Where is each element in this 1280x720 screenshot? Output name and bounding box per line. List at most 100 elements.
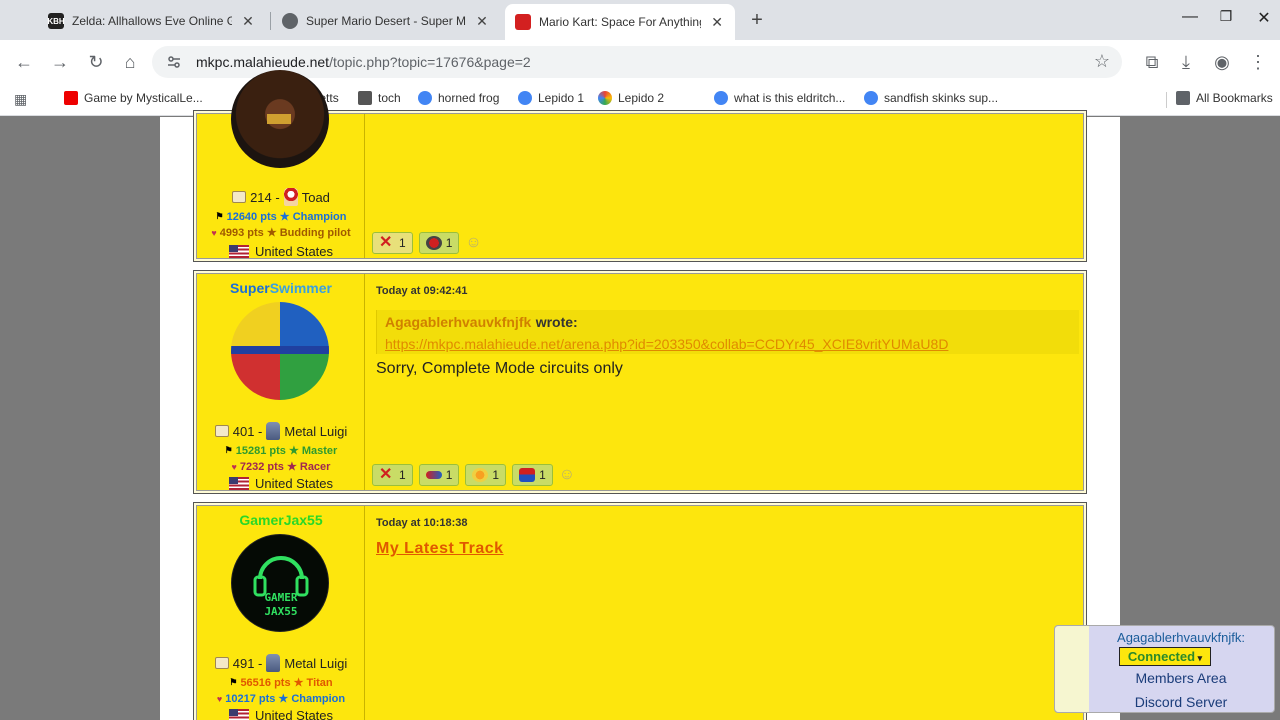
avatar[interactable] xyxy=(231,70,329,168)
close-icon[interactable]: ✕ xyxy=(709,14,725,31)
bookmark-item[interactable]: Lepido 1 xyxy=(518,91,584,105)
headphones-icon: GAMER JAX55 xyxy=(253,556,309,618)
all-bookmarks[interactable]: All Bookmarks xyxy=(1176,91,1273,105)
kbh-favicon-icon: KBH xyxy=(47,13,65,29)
post-timestamp: Today at 09:42:41 xyxy=(376,285,468,297)
profile-icon[interactable]: ◉ xyxy=(1210,50,1234,74)
bookmark-item[interactable]: Lepido 2 xyxy=(598,91,664,105)
bookmark-item[interactable]: horned frog xyxy=(418,91,499,105)
mario-icon xyxy=(519,468,536,482)
balloon-icon: ♥ xyxy=(231,461,237,472)
message-icon xyxy=(214,425,229,437)
post-body: Today at 10:18:38 My Latest Track xyxy=(366,506,1083,720)
url-text: mkpc.malahieude.net/topic.php?topic=1767… xyxy=(196,54,531,70)
reaction-button[interactable]: ✕ 1 xyxy=(372,232,413,254)
pts-rank-line: ⚑ 12640 pts ★ Champion xyxy=(215,211,347,223)
members-area-link[interactable]: Members Area xyxy=(1091,670,1271,686)
youtube-icon xyxy=(64,91,78,105)
username[interactable]: SuperSwimmer xyxy=(197,280,365,296)
quote-wrote: wrote: xyxy=(535,314,578,330)
bookmark-star-icon[interactable]: ☆ xyxy=(1094,51,1110,72)
connection-status-select[interactable]: Connected ▾ xyxy=(1119,647,1211,666)
bookmark-item[interactable]: sandfish skinks sup... xyxy=(864,91,998,105)
close-icon[interactable]: ✕ xyxy=(474,13,490,30)
close-icon[interactable]: ✕ xyxy=(240,13,256,30)
folder-icon xyxy=(1176,91,1190,105)
apps-icon[interactable]: ▦ xyxy=(14,91,27,108)
forum-post: GamerJax55 GAMER JAX55 491 - Metal Luigi… xyxy=(193,502,1087,720)
bookmark-item[interactable]: Game by MysticalLe... xyxy=(64,91,203,105)
country: United States xyxy=(197,708,365,720)
add-reaction-icon[interactable]: ☺ xyxy=(465,234,481,252)
fire-icon xyxy=(472,468,489,482)
tab-super-mario-desert[interactable]: Super Mario Desert - Super Mar ✕ xyxy=(272,6,500,36)
download-icon[interactable]: ⤓ xyxy=(1174,50,1198,74)
restore-icon[interactable]: ❐ xyxy=(1216,8,1236,25)
reaction-button[interactable]: 1 xyxy=(465,464,507,486)
close-window-icon[interactable]: ✕ xyxy=(1254,8,1274,28)
message-count: 491 - Metal Luigi xyxy=(197,654,365,672)
balloon-icon: ♥ xyxy=(216,693,223,704)
country: United States xyxy=(197,476,365,491)
tab-title: Zelda: Allhallows Eve Online Ga xyxy=(72,14,232,28)
cross-icon: ✕ xyxy=(379,234,393,251)
bookmark-item[interactable]: toch xyxy=(358,91,401,105)
cross-icon: ✕ xyxy=(379,466,393,483)
pts-rank-line: ♥ 7232 pts ★ Racer xyxy=(231,461,331,473)
reload-icon[interactable]: ↻ xyxy=(84,50,108,74)
forum-post: SuperSwimmer 401 - Metal Luigi ⚑ 15281 p… xyxy=(193,270,1087,494)
post-body: ✕ 1 1 ☺ xyxy=(366,114,1083,258)
forum-post: 214 - Toad ⚑ 12640 pts ★ Champion ♥ 4993… xyxy=(193,70,1087,262)
tab-zelda[interactable]: KBH Zelda: Allhallows Eve Online Ga ✕ xyxy=(38,6,266,36)
bookmark-item[interactable]: what is this eldritch... xyxy=(714,91,845,105)
us-flag-icon xyxy=(228,477,249,490)
reactions-bar: ✕ 1 1 1 1 ☺ xyxy=(372,464,575,486)
discord-server-link[interactable]: Discord Server xyxy=(1091,694,1271,710)
flag-icon: ⚑ xyxy=(215,211,224,221)
post-timestamp: Today at 10:18:38 xyxy=(376,517,468,529)
back-icon[interactable]: ← xyxy=(12,50,36,74)
quote-author[interactable]: Agagablerhvauvkfnjfk xyxy=(385,314,531,330)
reaction-button[interactable]: ✕ 1 xyxy=(372,464,413,486)
pts-rank-line: ⚑ 15281 pts ★ Master xyxy=(224,445,338,457)
pts-rank-line: ♥ 4993 pts ★ Budding pilot xyxy=(211,227,351,239)
us-flag-icon xyxy=(228,245,249,258)
message-icon xyxy=(214,657,229,669)
mario-favicon-icon xyxy=(515,14,531,30)
flag-icon: ⚑ xyxy=(224,445,233,455)
reaction-button[interactable]: 1 xyxy=(418,232,460,254)
quote-link[interactable]: https://mkpc.malahieude.net/arena.php?id… xyxy=(385,336,1071,352)
tab-title: Mario Kart: Space For Anything xyxy=(539,15,702,29)
site-info-icon[interactable] xyxy=(166,54,182,70)
post-body: Today at 09:42:41 Agagablerhvauvkfnjfk w… xyxy=(366,274,1083,490)
minimize-icon[interactable]: — xyxy=(1180,8,1200,26)
google-icon xyxy=(714,91,728,105)
username[interactable]: GamerJax55 xyxy=(197,512,365,528)
chevron-down-icon: ▾ xyxy=(1195,653,1203,663)
reaction-button[interactable]: 1 xyxy=(512,464,553,486)
tab-title: Super Mario Desert - Super Mar xyxy=(306,14,466,28)
reaction-button[interactable]: 1 xyxy=(418,464,460,486)
add-reaction-icon[interactable]: ☺ xyxy=(559,466,575,484)
new-tab-button[interactable]: + xyxy=(746,9,768,32)
mushroom-icon xyxy=(425,236,442,250)
flag-icon: ⚑ xyxy=(229,677,238,687)
menu-icon[interactable]: ⋮ xyxy=(1246,50,1270,74)
track-link[interactable]: My Latest Track xyxy=(376,540,504,558)
metal-luigi-icon xyxy=(266,654,281,672)
message-count: 214 - Toad xyxy=(197,188,365,206)
globe-icon xyxy=(282,13,298,29)
google-icon xyxy=(518,91,532,105)
avatar[interactable]: GAMER JAX55 xyxy=(231,534,329,632)
browser-toolbar: ← → ↻ ⌂ mkpc.malahieude.net/topic.php?to… xyxy=(0,40,1280,84)
google-icon xyxy=(418,91,432,105)
tab-strip: KBH Zelda: Allhallows Eve Online Ga ✕ Su… xyxy=(0,0,1280,40)
avatar[interactable] xyxy=(231,302,329,400)
forward-icon[interactable]: → xyxy=(48,50,72,74)
tab-mario-kart[interactable]: Mario Kart: Space For Anything ✕ xyxy=(505,4,735,40)
photos-icon xyxy=(598,91,612,105)
balloon-icon: ♥ xyxy=(211,227,217,238)
quote-block: Agagablerhvauvkfnjfk wrote: https://mkpc… xyxy=(376,310,1079,354)
extensions-icon[interactable]: ⧉ xyxy=(1140,50,1164,74)
home-icon[interactable]: ⌂ xyxy=(118,50,142,74)
